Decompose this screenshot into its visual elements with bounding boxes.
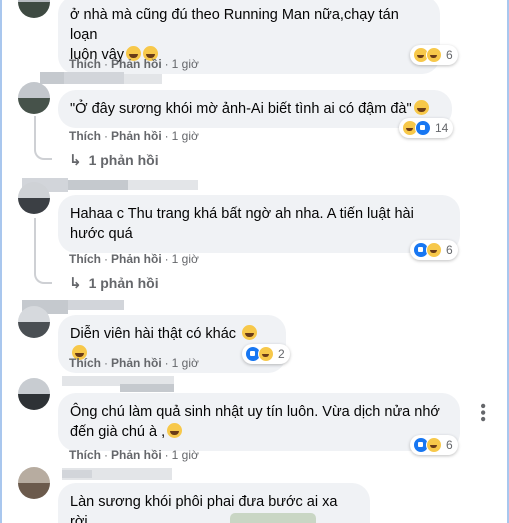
emoji-icon [413,100,429,115]
reaction-summary[interactable]: 2 [242,344,290,364]
haha-reaction-icon [426,47,442,63]
like-link[interactable]: Thích [69,57,101,71]
reply-arrow-icon: ↳ [69,275,82,292]
reaction-summary[interactable]: 6 [410,435,458,455]
comment-bubble: Ông chú làm quả sinh nhật uy tín luôn. V… [58,393,460,451]
reaction-count: 6 [446,438,453,452]
thread-line [34,218,52,284]
comment-text: Hahaa c Thu trang khá bất ngờ ah nha. A … [70,206,414,242]
reply-link[interactable]: Phản hồi [111,448,162,462]
reply-link[interactable]: Phản hồi [111,57,162,71]
comment-actions: Thích · Phản hồi · 1 giờ [69,129,199,143]
reaction-count: 6 [446,48,453,62]
comment-text: ở nhà mà cũng đú theo Running Man nữa,ch… [70,7,399,63]
avatar[interactable] [18,82,50,114]
window-edge-left [0,0,2,523]
view-replies-link[interactable]: ↳ 1 phản hồi [69,274,159,292]
haha-reaction-icon [258,346,274,362]
comment-time[interactable]: 1 giờ [172,57,199,71]
comment-text: "Ở đây sương khói mờ ảnh-Ai biết tình ai… [70,101,412,117]
reaction-summary[interactable]: 6 [410,45,458,65]
like-link[interactable]: Thích [69,129,101,143]
reply-link[interactable]: Phản hồi [111,252,162,266]
comment-time[interactable]: 1 giờ [172,448,199,462]
comment-time[interactable]: 1 giờ [172,356,199,370]
comment-actions: Thích · Phản hồi · 1 giờ [69,448,199,462]
comment-bubble: "Ở đây sương khói mờ ảnh-Ai biết tình ai… [58,90,452,128]
avatar[interactable] [18,182,50,214]
comment-actions: Thích · Phản hồi · 1 giờ [69,57,199,71]
avatar[interactable] [18,467,50,499]
comment-bubble: Hahaa c Thu trang khá bất ngờ ah nha. A … [58,195,460,253]
comment-actions: Thích · Phản hồi · 1 giờ [69,356,199,370]
reply-link[interactable]: Phản hồi [111,356,162,370]
reaction-summary[interactable]: 6 [410,240,458,260]
thread-line [34,116,52,160]
comment-text: Ông chú làm quả sinh nhật uy tín luôn. V… [70,404,440,440]
haha-reaction-icon [426,437,442,453]
emoji-icon [242,325,258,340]
comment-actions: Thích · Phản hồi · 1 giờ [69,252,199,266]
reply-arrow-icon: ↳ [69,152,82,169]
like-link[interactable]: Thích [69,252,101,266]
haha-reaction-icon [426,242,442,258]
comment-time[interactable]: 1 giờ [172,129,199,143]
comment-time[interactable]: 1 giờ [172,252,199,266]
reaction-count: 14 [435,121,449,135]
avatar[interactable] [18,306,50,338]
view-replies-link[interactable]: ↳ 1 phản hồi [69,151,159,169]
avatar[interactable] [18,378,50,410]
like-link[interactable]: Thích [69,448,101,462]
reaction-count: 2 [278,347,285,361]
image-attachment[interactable] [230,513,316,523]
like-reaction-icon [415,120,431,136]
comment-bubble: Làn sương khói phôi phai đưa bước ai xa … [58,483,370,523]
reaction-count: 6 [446,243,453,257]
comment-text: Diễn viên hài thật có khác [70,326,237,342]
avatar[interactable] [18,0,50,18]
reaction-summary[interactable]: 14 [399,118,454,138]
like-link[interactable]: Thích [69,356,101,370]
emoji-icon [167,423,183,438]
reply-link[interactable]: Phản hồi [111,129,162,143]
more-horizontal-icon[interactable]: ••• [473,403,491,423]
